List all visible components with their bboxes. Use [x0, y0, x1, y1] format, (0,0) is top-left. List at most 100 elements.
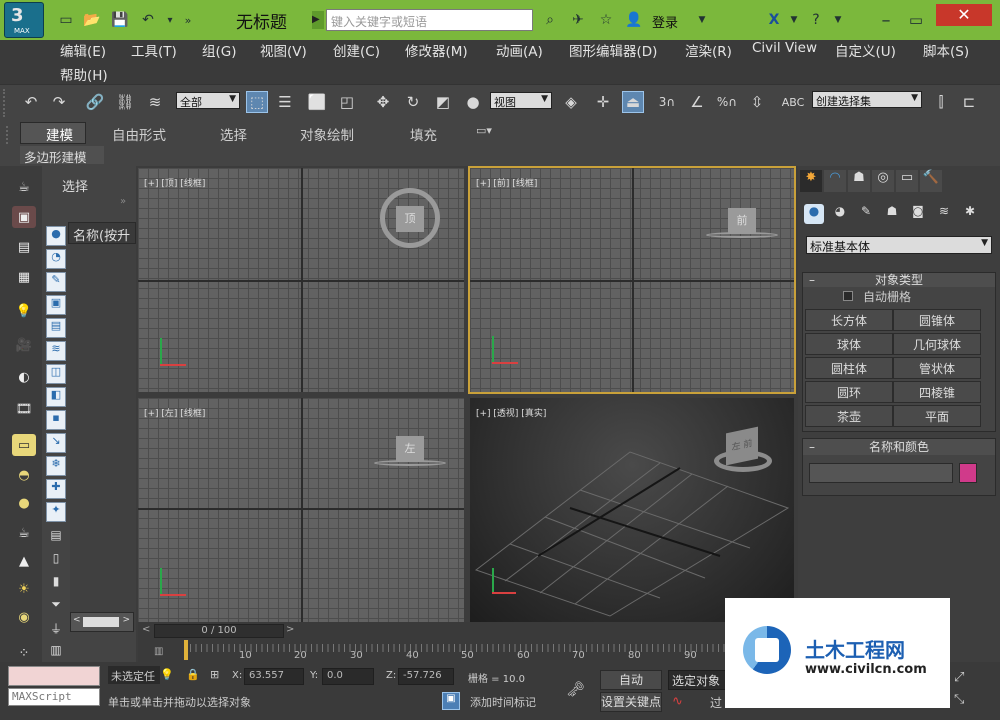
spinner-snap-icon[interactable]: ⇳: [746, 91, 768, 113]
viewport-perspective[interactable]: [+] [透视] [真实] 左 前: [470, 398, 794, 622]
viewport-label-front[interactable]: [+] [前] [线框]: [476, 176, 537, 189]
find-filter-icon[interactable]: ⏚: [46, 620, 66, 640]
edit-named-selection-icon[interactable]: ABC: [782, 91, 805, 113]
keyboard-shortcut-override-icon[interactable]: ⏏: [622, 91, 644, 113]
angle-snap-icon[interactable]: ∠: [686, 91, 708, 113]
geometry-category-icon[interactable]: ●: [804, 204, 824, 224]
open-file-icon[interactable]: 📂: [82, 10, 102, 30]
filter-frozen-icon[interactable]: ❄: [46, 456, 66, 476]
create-tab-icon[interactable]: ✸: [800, 170, 822, 192]
named-selection-sets-dropdown[interactable]: 创建选择集: [812, 91, 922, 108]
lights-category-icon[interactable]: ✎: [856, 204, 876, 224]
scene-horizontal-scrollbar[interactable]: < >: [70, 612, 134, 632]
create-sphere-button[interactable]: 球体: [805, 333, 893, 355]
sphere-half-icon[interactable]: ◐: [12, 366, 36, 388]
modify-tab-icon[interactable]: ◠: [824, 170, 846, 192]
object-color-swatch[interactable]: [959, 463, 977, 483]
help-dropdown-icon[interactable]: ▼: [828, 10, 848, 30]
reference-coordinate-dropdown[interactable]: 视图: [490, 92, 552, 109]
sun-icon[interactable]: ☀: [12, 578, 36, 600]
isolate-icon[interactable]: 💡: [160, 668, 174, 681]
menu-view[interactable]: 视图(V): [260, 40, 307, 60]
lights-icon[interactable]: 💡: [12, 300, 36, 322]
list-panel-icon[interactable]: ▤: [12, 236, 36, 258]
shapes-category-icon[interactable]: ◕: [830, 204, 850, 224]
select-by-name-icon[interactable]: ☰: [274, 91, 296, 113]
name-column-header[interactable]: 名称(按升: [68, 222, 136, 244]
tab-object-paint[interactable]: 对象绘制: [300, 124, 354, 144]
display-list-icon[interactable]: ▤: [46, 528, 66, 548]
scroll-right-icon[interactable]: >: [122, 615, 130, 625]
bind-space-warp-icon[interactable]: ≋: [144, 91, 166, 113]
exchange-x-icon[interactable]: X: [764, 10, 784, 30]
rectangular-selection-icon[interactable]: ⬜: [306, 91, 328, 113]
percent-snap-icon[interactable]: %∩: [716, 91, 738, 113]
pivot-center-icon[interactable]: ◈: [560, 91, 582, 113]
display-none-icon[interactable]: ▯: [46, 551, 66, 571]
viewport-front[interactable]: [+] [前] [线框] 前: [468, 166, 796, 394]
render-frame-icon[interactable]: ▣: [12, 206, 36, 228]
motion-tab-icon[interactable]: ◎: [872, 170, 894, 192]
menu-civil-view[interactable]: Civil View: [752, 40, 817, 56]
time-slider-prev-icon[interactable]: <: [142, 624, 152, 638]
orbit-icon[interactable]: ⤡: [954, 692, 964, 707]
viewport-label-left[interactable]: [+] [左] [线框]: [144, 406, 205, 419]
add-time-tag-label[interactable]: 添加时间标记: [470, 694, 536, 710]
menu-help[interactable]: 帮助(H): [60, 64, 108, 84]
filter-cameras-icon[interactable]: ▣: [46, 295, 66, 315]
maximize-icon[interactable]: ▭: [906, 10, 926, 30]
create-pyramid-button[interactable]: 四棱锥: [893, 381, 981, 403]
object-name-input[interactable]: [809, 463, 953, 483]
more-icon[interactable]: »: [178, 10, 198, 30]
menu-tools[interactable]: 工具(T): [131, 40, 177, 60]
create-cylinder-button[interactable]: 圆柱体: [805, 357, 893, 379]
track-bar-icon[interactable]: ▥: [154, 646, 164, 657]
filter-xref-icon[interactable]: ◧: [46, 387, 66, 407]
create-box-button[interactable]: 长方体: [805, 309, 893, 331]
dome-icon[interactable]: ◓: [12, 464, 36, 486]
layer-icon[interactable]: ▥: [46, 643, 66, 663]
auto-key-button[interactable]: 自动: [600, 670, 662, 690]
filter-helpers-icon[interactable]: ▤: [46, 318, 66, 338]
menu-edit[interactable]: 编辑(E): [60, 40, 106, 60]
window-crossing-icon[interactable]: ◰: [336, 91, 358, 113]
teapot-icon[interactable]: ☕: [12, 176, 36, 198]
create-geosphere-button[interactable]: 几何球体: [893, 333, 981, 355]
disc-icon[interactable]: ◉: [12, 606, 36, 628]
undo-dropdown-icon[interactable]: ▾: [160, 10, 180, 30]
filter-spacewarps-icon[interactable]: ≋: [46, 341, 66, 361]
selection-filter-dropdown[interactable]: 全部: [176, 92, 240, 109]
create-tube-button[interactable]: 管状体: [893, 357, 981, 379]
exchange-dropdown-icon[interactable]: ▼: [784, 10, 804, 30]
key-filters-button[interactable]: 过: [710, 694, 722, 711]
helpers-category-icon[interactable]: ◙: [908, 204, 928, 224]
viewport-label-top[interactable]: [+] [顶] [线框]: [144, 176, 205, 189]
camera-icon[interactable]: 🎥: [12, 334, 36, 356]
favorites-star-icon[interactable]: ☆: [596, 10, 616, 30]
teapot-small-icon[interactable]: ☕: [12, 522, 36, 544]
viewport-left[interactable]: [+] [左] [线框] 左: [138, 398, 464, 622]
current-frame-marker[interactable]: [184, 640, 188, 660]
z-coordinate-input[interactable]: -57.726: [398, 668, 454, 685]
filter-geometry-icon[interactable]: ●: [46, 226, 66, 246]
name-color-header[interactable]: – 名称和颜色: [803, 439, 995, 455]
filter-bones-icon[interactable]: ▪: [46, 410, 66, 430]
create-torus-button[interactable]: 圆环: [805, 381, 893, 403]
key-filters-curve-icon[interactable]: ∿: [672, 694, 683, 709]
maxscript-input[interactable]: MAXScript: [8, 688, 100, 706]
sphere-icon[interactable]: ●: [12, 492, 36, 514]
viewport-top[interactable]: [+] [顶] [线框] 顶: [138, 168, 464, 392]
binoculars-icon[interactable]: ⌕: [540, 10, 560, 30]
satellite-icon[interactable]: ✈: [568, 10, 588, 30]
cameras-category-icon[interactable]: ☗: [882, 204, 902, 224]
viewcube-front[interactable]: 前: [728, 208, 756, 234]
select-object-icon[interactable]: ⬚: [246, 91, 268, 113]
mirror-icon[interactable]: ⫿: [930, 91, 952, 113]
scroll-left-icon[interactable]: <: [73, 615, 81, 625]
viewcube-top[interactable]: 顶: [396, 206, 424, 232]
tab-populate[interactable]: 填充: [410, 124, 437, 144]
undo-icon[interactable]: ↶: [20, 91, 42, 113]
auto-grid-checkbox[interactable]: [843, 291, 853, 301]
time-slider[interactable]: 0 / 100: [154, 624, 284, 638]
create-plane-button[interactable]: 平面: [893, 405, 981, 427]
